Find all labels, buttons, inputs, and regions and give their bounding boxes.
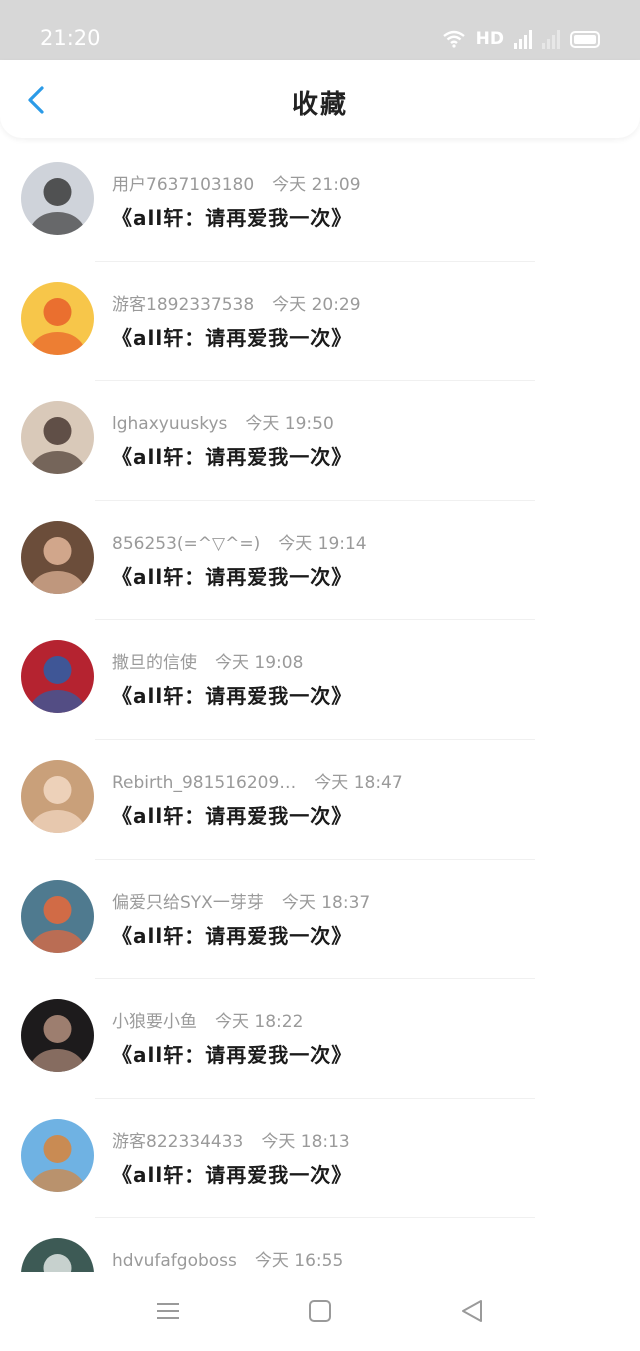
favorite-item[interactable]: lghaxyuuskys 今天 19:50 《all轩：请再爱我一次》: [0, 381, 640, 501]
username[interactable]: 偏爱只给SYX一芽芽: [112, 893, 264, 913]
item-meta: 856253(=^▽^=) 今天 19:14: [112, 529, 367, 554]
username[interactable]: hdvufafgoboss: [112, 1251, 237, 1271]
story-title[interactable]: 《all轩：请再爱我一次》: [112, 202, 352, 231]
home-button[interactable]: [305, 1296, 335, 1326]
user-avatar[interactable]: [21, 401, 94, 475]
status-icons: HD: [442, 26, 600, 52]
item-meta: 偏爱只给SYX一芽芽 今天 18:37: [112, 888, 370, 913]
timestamp: 今天 21:09: [272, 175, 361, 195]
battery-icon: [570, 30, 600, 48]
story-title[interactable]: 《all轩：请再爱我一次》: [112, 800, 352, 829]
favorite-item[interactable]: 游客822334433 今天 18:13 《all轩：请再爱我一次》: [0, 1099, 640, 1219]
favorite-item[interactable]: 偏爱只给SYX一芽芽 今天 18:37 《all轩：请再爱我一次》: [0, 860, 640, 980]
signal-icon: [514, 29, 532, 49]
menu-icon: [157, 1303, 179, 1319]
story-title[interactable]: 《all轩：请再爱我一次》: [112, 920, 352, 949]
timestamp: 今天 18:22: [215, 1012, 304, 1033]
triangle-back-icon: [462, 1300, 482, 1322]
user-avatar[interactable]: [21, 520, 94, 594]
favorite-item[interactable]: 撒旦的信使 今天 19:08 《all轩：请再爱我一次》: [0, 620, 640, 740]
favorite-item[interactable]: 小狼要小鱼 今天 18:22 《all轩：请再爱我一次》: [0, 979, 640, 1099]
user-avatar[interactable]: [21, 879, 94, 953]
user-avatar[interactable]: [21, 999, 94, 1073]
item-meta: lghaxyuuskys 今天 19:50: [112, 409, 334, 434]
story-title[interactable]: 《all轩：请再爱我一次》: [112, 322, 352, 351]
username[interactable]: 游客1892337538: [112, 295, 254, 315]
user-avatar[interactable]: [21, 1238, 94, 1272]
item-meta: 游客822334433 今天 18:13: [112, 1127, 350, 1152]
story-title[interactable]: 《all轩：请再爱我一次》: [112, 680, 352, 709]
user-avatar[interactable]: [21, 1118, 94, 1192]
item-meta: 用户7637103180 今天 21:09: [112, 170, 361, 195]
timestamp: 今天 16:55: [254, 1251, 344, 1272]
favorite-item[interactable]: 用户7637103180 今天 21:09 《all轩：请再爱我一次》: [0, 142, 640, 262]
story-title[interactable]: 《all轩：请再爱我一次》: [112, 1039, 352, 1068]
timestamp: 今天 18:37: [281, 892, 371, 913]
nav-back-button[interactable]: [457, 1296, 487, 1326]
timestamp: 今天 20:29: [272, 294, 361, 315]
story-title[interactable]: 《all轩：请再爱我一次》: [112, 1159, 352, 1188]
story-title[interactable]: 《all轩：请再爱我一次》: [112, 441, 352, 470]
page-title: 收藏: [291, 90, 348, 120]
item-meta: 游客1892337538 今天 20:29: [112, 290, 361, 315]
user-avatar[interactable]: [21, 281, 94, 355]
user-avatar[interactable]: [21, 640, 94, 714]
item-meta: hdvufafgoboss 今天 16:55: [112, 1246, 343, 1271]
timestamp: 今天 19:14: [278, 533, 367, 554]
status-bar: 21:20 HD: [0, 0, 640, 60]
status-time: 21:20: [40, 26, 101, 50]
hd-indicator: HD: [475, 29, 504, 49]
username[interactable]: 用户7637103180: [112, 175, 254, 195]
favorites-list: 用户7637103180 今天 21:09 《all轩：请再爱我一次》 游客18923…: [0, 142, 640, 1272]
item-meta: 小狼要小鱼 今天 18:22: [112, 1007, 303, 1032]
user-avatar[interactable]: [21, 759, 94, 833]
username[interactable]: lghaxyuuskys: [112, 414, 227, 434]
favorite-item[interactable]: 游客1892337538 今天 20:29 《all轩：请再爱我一次》: [0, 262, 640, 382]
user-avatar[interactable]: [21, 162, 94, 235]
username[interactable]: Rebirth_981516209…: [112, 773, 296, 793]
timestamp: 今天 18:47: [314, 772, 403, 793]
username[interactable]: 856253(=^▽^=): [112, 534, 260, 554]
favorite-item[interactable]: Rebirth_981516209… 今天 18:47 《all轩：请再爱我一次》: [0, 740, 640, 860]
menu-button[interactable]: [153, 1296, 183, 1326]
signal-secondary-icon: [542, 29, 560, 49]
username[interactable]: 撒旦的信使: [112, 653, 197, 673]
username[interactable]: 游客822334433: [112, 1132, 243, 1152]
wifi-icon: [442, 30, 465, 48]
system-nav-bar: [0, 1272, 640, 1351]
timestamp: 今天 18:13: [261, 1131, 350, 1152]
favorite-item[interactable]: hdvufafgoboss 今天 16:55: [0, 1218, 640, 1272]
timestamp: 今天 19:50: [245, 414, 334, 435]
favorite-item[interactable]: 856253(=^▽^=) 今天 19:14 《all轩：请再爱我一次》: [0, 501, 640, 621]
item-meta: Rebirth_981516209… 今天 18:47: [112, 768, 403, 793]
story-title[interactable]: 《all轩：请再爱我一次》: [112, 561, 352, 590]
username[interactable]: 小狼要小鱼: [112, 1012, 197, 1032]
timestamp: 今天 19:08: [215, 653, 304, 674]
title-bar: 收藏: [0, 60, 640, 138]
item-meta: 撒旦的信使 今天 19:08: [112, 648, 303, 673]
home-square-icon: [309, 1300, 331, 1322]
